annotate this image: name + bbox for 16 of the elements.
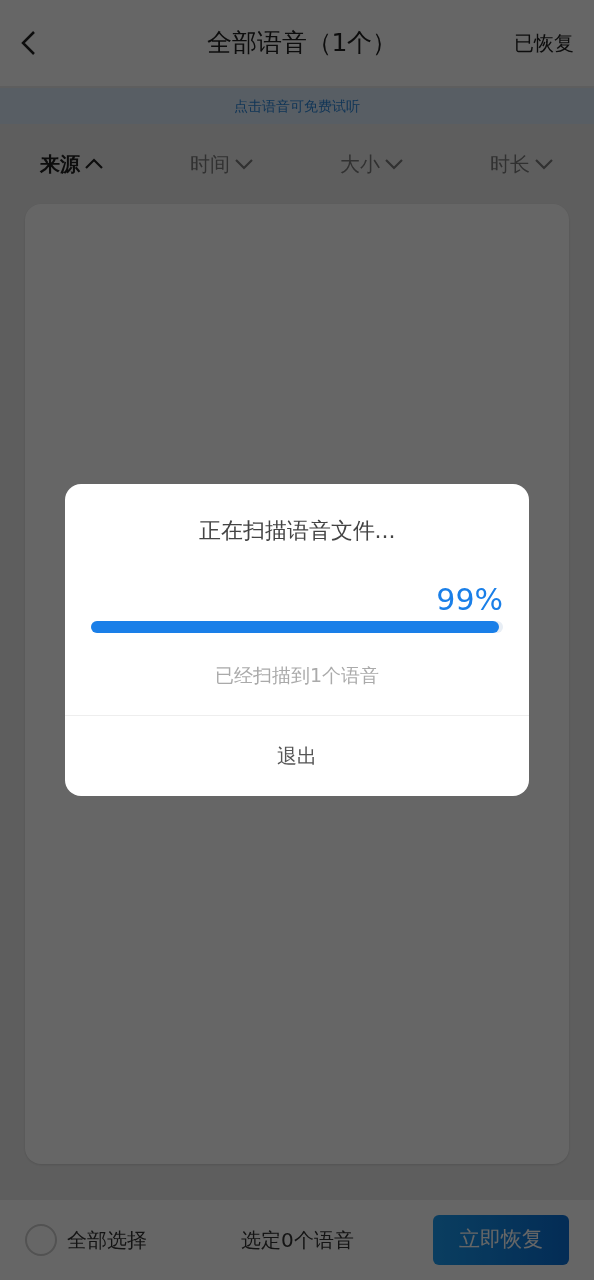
page-title: 全部语音（1个）	[205, 27, 399, 60]
selected-count: 选定0个语音	[241, 1227, 354, 1254]
hint-banner: 点击语音可免费试听	[0, 88, 594, 124]
select-all-checkbox[interactable]: 全部选择	[25, 1224, 147, 1256]
progress-percent: 99%	[436, 584, 503, 615]
sort-tab[interactable]: 来源	[40, 149, 104, 179]
chevron-down-icon	[384, 158, 404, 170]
back-icon	[20, 30, 36, 56]
chevron-up-icon	[84, 158, 104, 170]
chevron-down-icon	[534, 158, 554, 170]
restore-button[interactable]: 立即恢复	[433, 1215, 569, 1265]
scan-status: 已经扫描到1个语音	[213, 662, 381, 688]
exit-button[interactable]: 退出	[65, 716, 529, 797]
dialog-title: 正在扫描语音文件...	[197, 516, 397, 545]
chevron-down-icon	[234, 158, 254, 170]
restored-link[interactable]: 已恢复	[514, 28, 574, 58]
